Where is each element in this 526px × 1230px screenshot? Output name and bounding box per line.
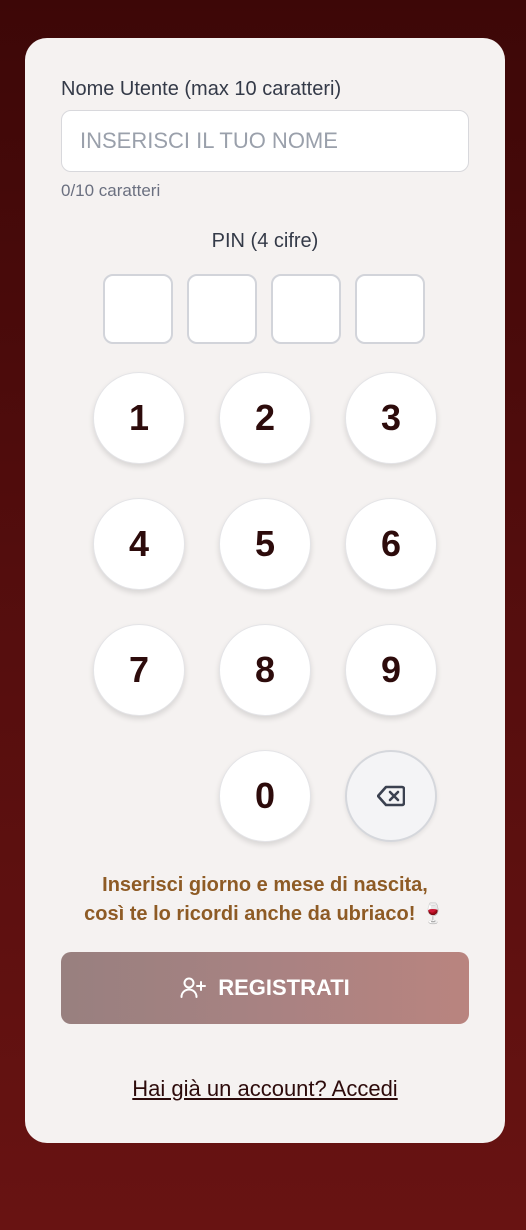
backspace-button[interactable] bbox=[345, 750, 437, 842]
keypad-key-1[interactable]: 1 bbox=[93, 372, 185, 464]
keypad-key-8[interactable]: 8 bbox=[219, 624, 311, 716]
backspace-icon bbox=[377, 785, 405, 807]
keypad-key-0[interactable]: 0 bbox=[219, 750, 311, 842]
keypad-key-4[interactable]: 4 bbox=[93, 498, 185, 590]
keypad-key-7[interactable]: 7 bbox=[93, 624, 185, 716]
pin-hint: Inserisci giorno e mese di nascita, così… bbox=[25, 871, 505, 929]
keypad-key-3[interactable]: 3 bbox=[345, 372, 437, 464]
keypad-key-9[interactable]: 9 bbox=[345, 624, 437, 716]
register-button-label: REGISTRATI bbox=[218, 975, 350, 1000]
numeric-keypad: 1 2 3 4 5 6 7 8 9 0 bbox=[25, 38, 505, 858]
login-link[interactable]: Hai già un account? Accedi bbox=[25, 1076, 505, 1102]
keypad-key-5[interactable]: 5 bbox=[219, 498, 311, 590]
pin-hint-line-2: così te lo ricordi anche da ubriaco! 🍷 bbox=[84, 903, 446, 925]
registration-card: Nome Utente (max 10 caratteri) 0/10 cara… bbox=[25, 38, 505, 1143]
pin-hint-line-1: Inserisci giorno e mese di nascita, bbox=[102, 874, 428, 896]
user-plus-icon bbox=[180, 977, 207, 998]
keypad-key-2[interactable]: 2 bbox=[219, 372, 311, 464]
register-button[interactable]: REGISTRATI bbox=[61, 952, 469, 1024]
keypad-key-6[interactable]: 6 bbox=[345, 498, 437, 590]
